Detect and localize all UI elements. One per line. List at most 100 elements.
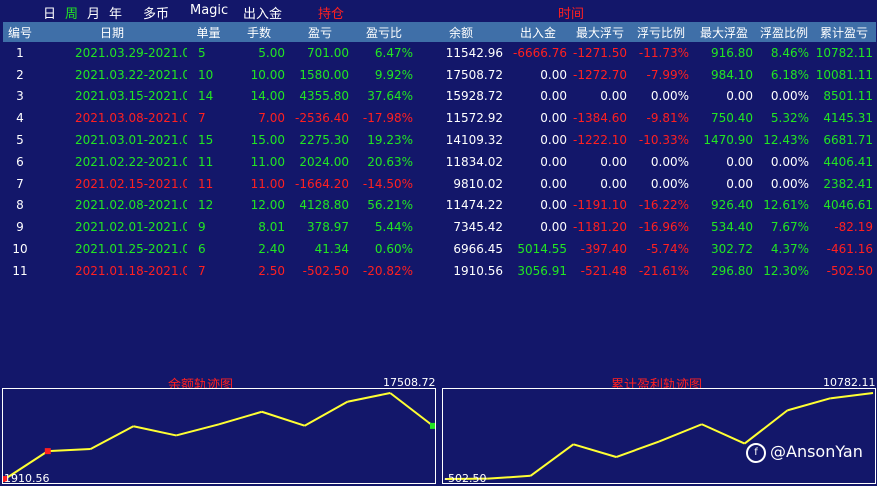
cell-cum: 10782.11 [812, 42, 876, 64]
cell-pnl-pct: 20.63% [352, 151, 416, 173]
column-header[interactable]: 累计盈亏 [812, 22, 876, 42]
cell-no: 8 [3, 195, 37, 217]
cum-line-segment [616, 442, 659, 457]
tab-position[interactable]: 持仓 [318, 3, 344, 22]
cell-date: 2021.02.08-2021.02.14 [37, 195, 187, 217]
cell-pnl: 378.97 [288, 216, 352, 238]
tab-deposit[interactable]: 出入金 [243, 3, 282, 22]
table-row[interactable]: 52021.03.01-2021.03.071515.002275.3019.2… [3, 129, 876, 151]
cell-pnl-pct: 56.21% [352, 195, 416, 217]
cell-balance: 15928.72 [416, 86, 506, 108]
cell-loss-pct: 0.00% [630, 173, 692, 195]
cell-loss-pct: 0.00% [630, 86, 692, 108]
cell-max-gain: 916.80 [692, 42, 756, 64]
column-header[interactable]: 单量 [187, 22, 230, 42]
cell-deposit: 0.00 [506, 216, 570, 238]
cell-cum: 6681.71 [812, 129, 876, 151]
tab-year[interactable]: 年 [109, 3, 122, 22]
cell-deposit: 3056.91 [506, 260, 570, 282]
cell-no: 4 [3, 107, 37, 129]
cell-lots: 8.01 [230, 216, 288, 238]
tab-magic[interactable]: Magic [190, 3, 228, 18]
table-row[interactable]: 102021.01.25-2021.01.3162.4041.340.60%69… [3, 238, 876, 260]
cell-no: 2 [3, 64, 37, 86]
cum-line-segment [488, 476, 531, 479]
cell-deposit: 0.00 [506, 129, 570, 151]
table-row[interactable]: 12021.03.29-2021.04.0455.00701.006.47%11… [3, 42, 876, 64]
column-header[interactable]: 最大浮盈 [692, 22, 756, 42]
table-row[interactable]: 22021.03.22-2021.03.281010.001580.009.92… [3, 64, 876, 86]
tab-month[interactable]: 月 [87, 3, 100, 22]
cell-orders: 11 [187, 151, 230, 173]
cum-line-segment [745, 410, 788, 443]
cell-max-loss: -1191.10 [570, 195, 630, 217]
cell-max-gain: 0.00 [692, 151, 756, 173]
table-row[interactable]: 92021.02.01-2021.02.0798.01378.975.44%73… [3, 216, 876, 238]
cell-loss-pct: -21.61% [630, 260, 692, 282]
column-header[interactable]: 出入金 [506, 22, 570, 42]
cell-cum: 10081.11 [812, 64, 876, 86]
tab-day[interactable]: 日 [43, 3, 56, 22]
column-header[interactable]: 盈亏 [288, 22, 352, 42]
column-header[interactable]: 日期 [37, 22, 187, 42]
cell-no: 9 [3, 216, 37, 238]
cell-deposit: 5014.55 [506, 238, 570, 260]
cell-loss-pct: -16.22% [630, 195, 692, 217]
cell-no: 7 [3, 173, 37, 195]
weibo-icon: f [746, 443, 766, 463]
cell-max-gain: 926.40 [692, 195, 756, 217]
table-row[interactable]: 62021.02.22-2021.02.281111.002024.0020.6… [3, 151, 876, 173]
cell-lots: 5.00 [230, 42, 288, 64]
column-header[interactable]: 浮盈比例 [756, 22, 812, 42]
cum-line-segment [702, 424, 745, 443]
cell-orders: 14 [187, 86, 230, 108]
column-header[interactable]: 余额 [416, 22, 506, 42]
cell-cum: 4046.61 [812, 195, 876, 217]
cell-max-loss: -1271.50 [570, 42, 630, 64]
column-header[interactable]: 手数 [230, 22, 288, 42]
watermark: f@AnsonYan [746, 442, 863, 463]
watermark-text: @AnsonYan [770, 442, 863, 461]
cell-pnl-pct: 9.92% [352, 64, 416, 86]
cell-date: 2021.02.15-2021.02.21 [37, 173, 187, 195]
cell-pnl: 41.34 [288, 238, 352, 260]
balance-line-segment [219, 412, 262, 425]
balance-chart-svg [3, 389, 435, 483]
table-row[interactable]: 82021.02.08-2021.02.141212.004128.8056.2… [3, 195, 876, 217]
table-row[interactable]: 72021.02.15-2021.02.211111.00-1664.20-14… [3, 173, 876, 195]
cell-lots: 14.00 [230, 86, 288, 108]
cell-loss-pct: -10.33% [630, 129, 692, 151]
cum-chart [442, 388, 876, 484]
cell-max-loss: -1222.10 [570, 129, 630, 151]
cell-orders: 10 [187, 64, 230, 86]
cell-max-gain: 0.00 [692, 86, 756, 108]
cell-deposit: 0.00 [506, 64, 570, 86]
cell-max-loss: -1272.70 [570, 64, 630, 86]
table-row[interactable]: 112021.01.18-2021.01.2472.50-502.50-20.8… [3, 260, 876, 282]
cell-loss-pct: -7.99% [630, 64, 692, 86]
cell-pnl: 1580.00 [288, 64, 352, 86]
table-row[interactable]: 32021.03.15-2021.03.211414.004355.8037.6… [3, 86, 876, 108]
cell-orders: 5 [187, 42, 230, 64]
cell-pnl-pct: -17.98% [352, 107, 416, 129]
balance-min-label: 1910.56 [4, 472, 50, 485]
cell-no: 11 [3, 260, 37, 282]
column-header[interactable]: 编号 [3, 22, 37, 42]
column-header[interactable]: 最大浮亏 [570, 22, 630, 42]
cell-date: 2021.03.15-2021.03.21 [37, 86, 187, 108]
tab-week[interactable]: 周 [65, 3, 78, 22]
column-header[interactable]: 浮亏比例 [630, 22, 692, 42]
cell-orders: 9 [187, 216, 230, 238]
cell-gain-pct: 8.46% [756, 42, 812, 64]
tab-time[interactable]: 时间 [558, 3, 584, 22]
table-row[interactable]: 42021.03.08-2021.03.1477.00-2536.40-17.9… [3, 107, 876, 129]
cell-no: 10 [3, 238, 37, 260]
cell-loss-pct: 0.00% [630, 151, 692, 173]
cell-gain-pct: 12.30% [756, 260, 812, 282]
tab-multi-currency[interactable]: 多币 [143, 3, 169, 22]
cell-gain-pct: 4.37% [756, 238, 812, 260]
column-header[interactable]: 盈亏比 [352, 22, 416, 42]
cell-balance: 17508.72 [416, 64, 506, 86]
cell-deposit: 0.00 [506, 86, 570, 108]
cell-balance: 7345.42 [416, 216, 506, 238]
